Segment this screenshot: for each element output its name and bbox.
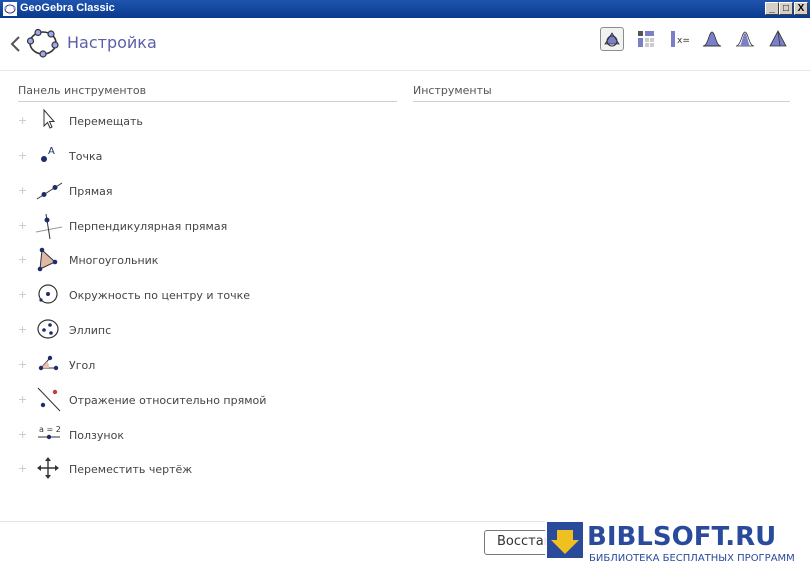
page-title: Настройка [67,33,157,52]
expand-icon[interactable]: + [18,324,27,335]
distribution-icon [702,31,722,47]
normal-curve-icon [735,31,755,47]
tool-row-reflect[interactable]: + Отражение относительно прямой [18,386,388,414]
tool-row-angle[interactable]: + Угол [18,351,388,379]
tool-row-move-graphics[interactable]: + Переместить чертёж [18,455,388,483]
expand-icon[interactable]: + [18,220,27,231]
perpendicular-line-icon [35,213,63,240]
graphics-view-button[interactable] [600,27,624,51]
expand-icon[interactable]: + [18,150,27,161]
expand-icon[interactable]: + [18,359,27,370]
expand-icon[interactable]: + [18,463,27,474]
tool-label-point: Точка [69,150,103,163]
cas-view-button[interactable]: x= [667,27,691,51]
expand-icon[interactable]: + [18,115,27,126]
graphics-view-icon [604,32,620,47]
expand-icon[interactable]: + [18,254,27,265]
toolbar-panel-underline [18,101,397,102]
tool-row-polygon[interactable]: + Многоугольник [18,246,388,274]
pyramid-icon [769,30,787,47]
minimize-button[interactable]: _ [765,2,779,15]
ellipse-icon [37,319,59,339]
tool-row-circle[interactable]: + Окружность по центру и точке [18,281,388,309]
tool-label-perpendicular: Перпендикулярная прямая [69,220,228,233]
tools-panel-underline [413,101,790,102]
tool-label-polygon: Многоугольник [69,254,159,267]
point-letter: A [48,146,55,157]
tool-label-slider: Ползунок [69,429,124,442]
header: Настройка x= [0,18,810,70]
tool-label-ellipse: Эллипс [69,324,112,337]
tools-panel-header: Инструменты [413,84,492,97]
tool-row-perpendicular[interactable]: + Перпендикулярная прямая [18,212,388,240]
polygon-icon [37,247,58,272]
close-button[interactable]: X [794,2,808,15]
tool-row-ellipse[interactable]: + Эллипс [18,316,388,344]
watermark-subtitle: БИБЛИОТЕКА БЕСПЛАТНЫХ ПРОГРАММ [589,553,795,564]
tool-row-slider[interactable]: + a = 2 Ползунок [18,421,388,449]
tool-label-angle: Угол [69,359,96,372]
maximize-button[interactable]: □ [779,2,793,15]
tool-label-move-graphics: Переместить чертёж [69,463,193,476]
spreadsheet-icon [638,31,654,47]
window-titlebar: GeoGebra Classic _ □ X [0,0,810,18]
watermark: BIBLSOFT.RU БИБЛИОТЕКА БЕСПЛАТНЫХ ПРОГРА… [545,516,810,566]
spreadsheet-view-button[interactable] [634,27,658,51]
toolbar-panel-header: Панель инструментов [18,84,147,97]
window-title: GeoGebra Classic [20,2,115,14]
tool-row-point[interactable]: + A Точка [18,142,388,170]
tool-label-circle: Окружность по центру и точке [69,289,251,302]
cursor-arrow-icon [43,108,56,129]
slider-icon: a = 2 [38,425,61,440]
angle-icon [38,355,59,371]
probability-view-button[interactable] [733,27,757,51]
tool-label-line: Прямая [69,185,113,198]
svg-text:x=: x= [677,36,690,46]
back-arrow-icon[interactable] [8,32,24,56]
pyramid-view-button[interactable] [766,27,790,51]
move-graphics-icon [37,457,59,479]
header-divider [0,70,810,71]
tool-row-line[interactable]: + Прямая [18,177,388,205]
tool-label-reflect: Отражение относительно прямой [69,394,267,407]
expand-icon[interactable]: + [18,394,27,405]
watermark-title: BIBLSOFT.RU [587,522,776,552]
circle-center-point-icon [38,284,58,304]
tool-row-move[interactable]: + Перемещать [18,107,388,135]
algebra-icon: x= [671,31,690,47]
geogebra-app-icon [3,2,17,16]
line-icon [36,182,63,200]
expand-icon[interactable]: + [18,289,27,300]
expand-icon[interactable]: + [18,185,27,196]
expand-icon[interactable]: + [18,429,27,440]
3d-view-button[interactable] [700,27,724,51]
tool-label-move: Перемещать [69,115,143,128]
geogebra-logo-icon [26,28,59,58]
reflect-line-icon [37,387,61,412]
slider-text: a = 2 [39,425,61,434]
point-icon: A [41,146,55,162]
